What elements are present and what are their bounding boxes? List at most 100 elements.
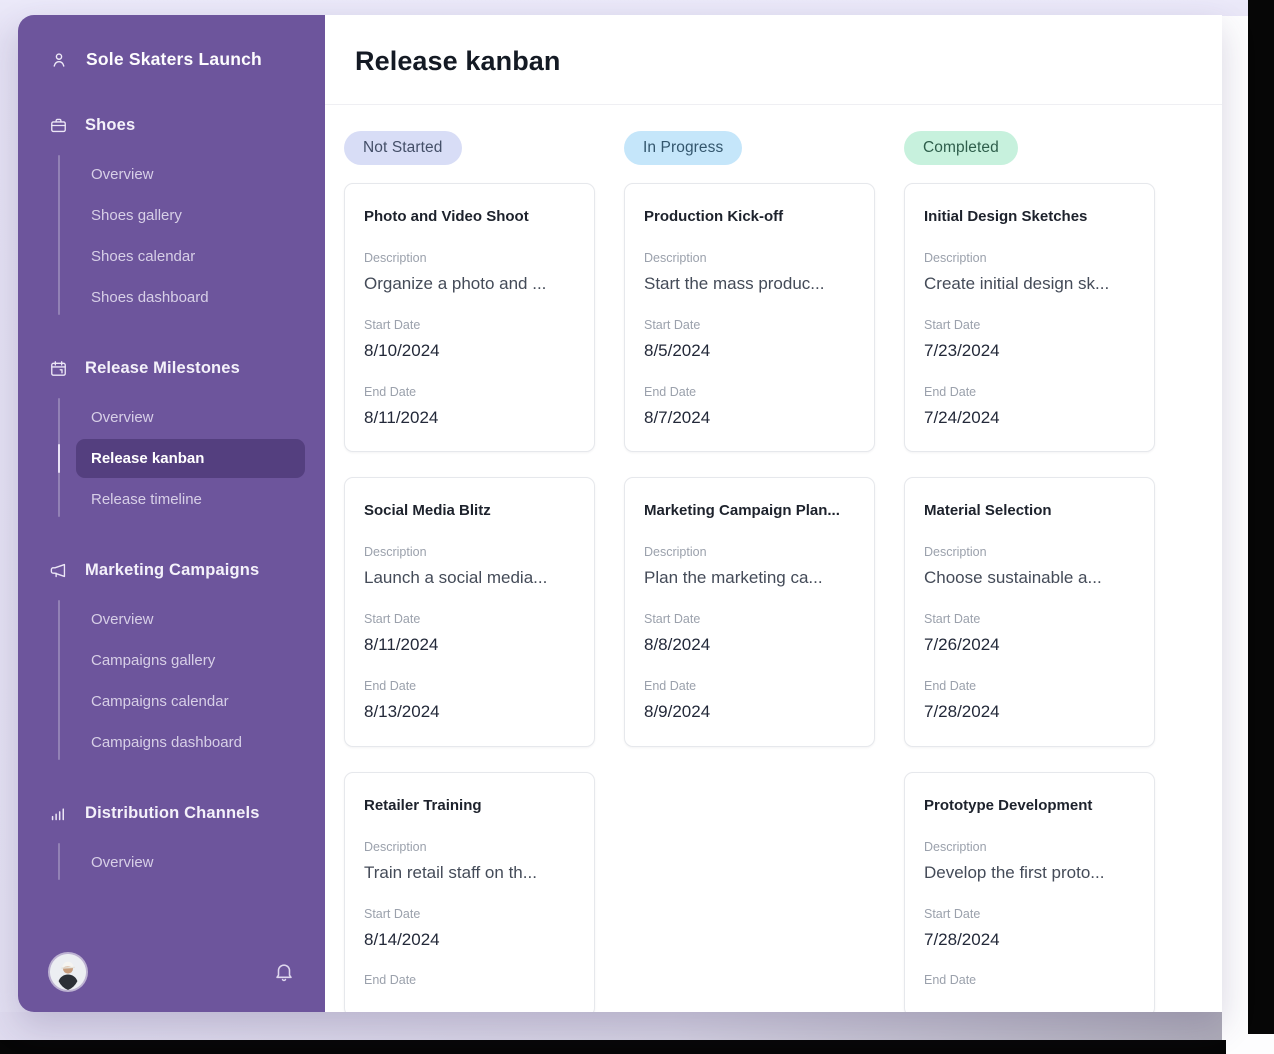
card-field-label: Start Date <box>364 907 575 922</box>
card-title: Retailer Training <box>364 797 575 814</box>
card-field-label: Start Date <box>364 612 575 627</box>
sidebar-item[interactable]: Shoes dashboard <box>76 278 305 317</box>
card-end-date: 8/7/2024 <box>644 406 855 430</box>
kanban-card[interactable]: Retailer Training Description Train reta… <box>344 772 595 1012</box>
calendar-icon <box>49 359 68 378</box>
card-field-label: Description <box>644 251 855 266</box>
card-end-date-field: End Date <box>364 973 575 994</box>
card-description-field: Description Choose sustainable a... <box>924 545 1135 590</box>
sidebar-item[interactable]: Campaigns gallery <box>76 641 305 680</box>
card-start-date: 8/10/2024 <box>364 339 575 363</box>
card-field-label: End Date <box>924 385 1135 400</box>
card-description: Choose sustainable a... <box>924 566 1135 590</box>
sidebar-section-header[interactable]: Marketing Campaigns <box>18 551 325 590</box>
card-end-date-field: End Date <box>924 973 1135 994</box>
card-description-field: Description Plan the marketing ca... <box>644 545 855 590</box>
card-description: Create initial design sk... <box>924 272 1135 296</box>
sidebar-item-active[interactable]: Release kanban <box>76 439 305 478</box>
card-field-label: End Date <box>644 679 855 694</box>
workspace-header[interactable]: Sole Skaters Launch <box>18 37 325 82</box>
card-field-label: Start Date <box>644 612 855 627</box>
card-description: Start the mass produc... <box>644 272 855 296</box>
card-title: Production Kick-off <box>644 208 855 225</box>
card-field-label: End Date <box>364 679 575 694</box>
card-description-field: Description Organize a photo and ... <box>364 251 575 296</box>
card-field-label: Description <box>924 545 1135 560</box>
card-title: Initial Design Sketches <box>924 208 1135 225</box>
kanban-card[interactable]: Social Media Blitz Description Launch a … <box>344 477 595 746</box>
screen-artifact-bottom-gradient <box>0 1012 1222 1042</box>
card-end-date-field: End Date 8/13/2024 <box>364 679 575 724</box>
sidebar-section-header[interactable]: Release Milestones <box>18 349 325 388</box>
card-description-field: Description Develop the first proto... <box>924 840 1135 885</box>
card-start-date-field: Start Date 8/14/2024 <box>364 907 575 952</box>
sidebar-item[interactable]: Overview <box>76 155 305 194</box>
sidebar-item[interactable]: Campaigns dashboard <box>76 723 305 762</box>
card-field-label: End Date <box>644 385 855 400</box>
card-start-date: 7/26/2024 <box>924 633 1135 657</box>
card-start-date-field: Start Date 7/28/2024 <box>924 907 1135 952</box>
screen-artifact-bottom-black-bar <box>0 1040 1226 1054</box>
card-field-label: End Date <box>924 679 1135 694</box>
column-cards: Initial Design Sketches Description Crea… <box>904 183 1155 1012</box>
sidebar-item[interactable]: Shoes gallery <box>76 196 305 235</box>
sidebar-section-header[interactable]: Distribution Channels <box>18 794 325 833</box>
card-field-label: End Date <box>364 385 575 400</box>
card-end-date: 8/11/2024 <box>364 406 575 430</box>
kanban-column: Not Started Photo and Video Shoot Descri… <box>344 131 595 1012</box>
card-start-date: 7/28/2024 <box>924 928 1135 952</box>
card-end-date: 8/13/2024 <box>364 700 575 724</box>
card-start-date: 8/11/2024 <box>364 633 575 657</box>
card-start-date-field: Start Date 8/8/2024 <box>644 612 855 657</box>
card-field-label: Start Date <box>924 318 1135 333</box>
column-status-badge: Completed <box>904 131 1018 165</box>
sidebar-nav: Shoes Overview Shoes gallery Shoes calen… <box>18 106 325 890</box>
card-end-date: 8/9/2024 <box>644 700 855 724</box>
card-field-label: Start Date <box>644 318 855 333</box>
user-avatar[interactable] <box>50 954 86 990</box>
sidebar-item[interactable]: Campaigns calendar <box>76 682 305 721</box>
card-title: Prototype Development <box>924 797 1135 814</box>
kanban-card[interactable]: Marketing Campaign Plan... Description P… <box>624 477 875 746</box>
sidebar-section-label: Release Milestones <box>85 359 240 378</box>
sidebar-section-header[interactable]: Shoes <box>18 106 325 145</box>
kanban-card[interactable]: Prototype Development Description Develo… <box>904 772 1155 1012</box>
card-field-label: Description <box>364 840 575 855</box>
sidebar-section-label: Marketing Campaigns <box>85 561 259 580</box>
sidebar: Sole Skaters Launch Shoes Overview Shoes… <box>18 15 325 1012</box>
card-start-date-field: Start Date 8/5/2024 <box>644 318 855 363</box>
kanban-card[interactable]: Material Selection Description Choose su… <box>904 477 1155 746</box>
sidebar-item[interactable]: Overview <box>76 398 305 437</box>
card-start-date-field: Start Date 7/23/2024 <box>924 318 1135 363</box>
user-icon <box>49 50 69 70</box>
kanban-card[interactable]: Photo and Video Shoot Description Organi… <box>344 183 595 452</box>
card-field-label: Description <box>644 545 855 560</box>
sidebar-item[interactable]: Overview <box>76 843 305 882</box>
card-end-date-field: End Date 7/28/2024 <box>924 679 1135 724</box>
card-start-date-field: Start Date 7/26/2024 <box>924 612 1135 657</box>
card-end-date-field: End Date 8/9/2024 <box>644 679 855 724</box>
card-field-label: Description <box>364 545 575 560</box>
kanban-board: Not Started Photo and Video Shoot Descri… <box>325 105 1222 1012</box>
column-status-badge: In Progress <box>624 131 742 165</box>
card-end-date-field: End Date 8/11/2024 <box>364 385 575 430</box>
card-title: Social Media Blitz <box>364 502 575 519</box>
kanban-column: In Progress Production Kick-off Descript… <box>624 131 875 1012</box>
sidebar-item[interactable]: Release timeline <box>76 480 305 519</box>
card-title: Marketing Campaign Plan... <box>644 502 855 519</box>
card-start-date: 8/8/2024 <box>644 633 855 657</box>
card-description-field: Description Launch a social media... <box>364 545 575 590</box>
notifications-bell-icon[interactable] <box>273 961 295 983</box>
card-field-label: Start Date <box>364 318 575 333</box>
card-field-label: End Date <box>924 973 1135 988</box>
card-description: Train retail staff on th... <box>364 861 575 885</box>
sidebar-item[interactable]: Overview <box>76 600 305 639</box>
sidebar-section-items: Overview Shoes gallery Shoes calendar Sh… <box>18 151 325 325</box>
kanban-card[interactable]: Production Kick-off Description Start th… <box>624 183 875 452</box>
sidebar-item[interactable]: Shoes calendar <box>76 237 305 276</box>
card-start-date-field: Start Date 8/10/2024 <box>364 318 575 363</box>
card-field-label: Description <box>364 251 575 266</box>
card-description: Develop the first proto... <box>924 861 1135 885</box>
kanban-card[interactable]: Initial Design Sketches Description Crea… <box>904 183 1155 452</box>
app-window: Sole Skaters Launch Shoes Overview Shoes… <box>18 15 1222 1012</box>
